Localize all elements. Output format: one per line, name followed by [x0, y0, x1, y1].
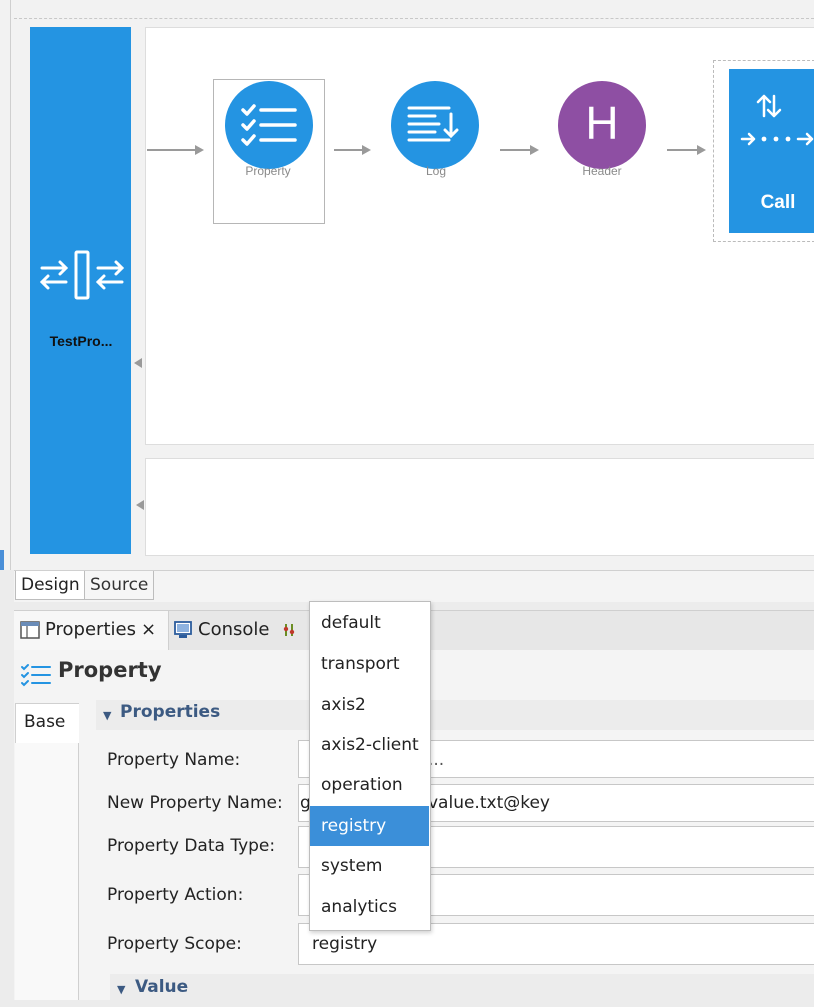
- flow-arrow-head: [362, 145, 371, 155]
- property-scope-label: Property Scope:: [107, 934, 242, 954]
- section-title: Properties: [120, 702, 221, 722]
- dropdown-option-transport[interactable]: transport: [310, 644, 429, 684]
- new-property-name-label: New Property Name:: [107, 793, 283, 813]
- call-label: Call: [760, 192, 796, 213]
- dropdown-option-axis2[interactable]: axis2: [310, 685, 429, 725]
- return-arrow-head: [134, 358, 142, 368]
- dropdown-option-registry[interactable]: registry: [310, 806, 429, 846]
- chevron-down-icon: ▼: [103, 709, 112, 722]
- servers-icon: [283, 624, 295, 636]
- flow-arrow-head: [195, 145, 204, 155]
- dropdown-option-analytics[interactable]: analytics: [310, 887, 429, 927]
- property-mediator-label: Property: [245, 164, 291, 178]
- tab-base-label: Base: [24, 712, 66, 732]
- proxy-icon: [39, 250, 125, 300]
- close-icon[interactable]: ×: [141, 616, 156, 644]
- return-arrow-head: [136, 500, 144, 510]
- flow-arrow: [500, 149, 530, 151]
- chevron-down-icon: ▼: [117, 983, 126, 996]
- flow-arrow: [147, 149, 195, 151]
- flow-arrow-head: [697, 145, 706, 155]
- value-section-header[interactable]: [110, 974, 814, 1000]
- console-icon: [174, 621, 192, 638]
- canvas-top-border: [14, 18, 814, 19]
- header-mediator-label: Header: [582, 164, 622, 178]
- flow-arrow-head: [530, 145, 539, 155]
- canvas-edge: [10, 0, 11, 570]
- tab-console[interactable]: Console: [198, 616, 269, 644]
- tab-source[interactable]: Source: [84, 571, 155, 600]
- property-name-label: Property Name:: [107, 750, 241, 770]
- panel-title: Property: [58, 658, 162, 682]
- properties-view-icon: [20, 621, 40, 639]
- log-mediator-label: Log: [425, 164, 447, 178]
- dropdown-option-operation[interactable]: operation: [310, 765, 429, 805]
- panel-side-column: [15, 743, 79, 1000]
- header-letter-icon: H: [585, 97, 619, 149]
- dropdown-option-system[interactable]: system: [310, 846, 429, 886]
- flow-arrow: [667, 149, 697, 151]
- side-marker: [0, 550, 4, 570]
- out-sequence-lane[interactable]: [145, 458, 814, 556]
- value-section-title: Value: [135, 977, 189, 997]
- tab-design[interactable]: Design: [15, 571, 86, 600]
- call-icon: [740, 94, 814, 146]
- log-icon: [407, 106, 459, 142]
- dropdown-option-default[interactable]: default: [310, 603, 429, 643]
- property-data-type-label: Property Data Type:: [107, 836, 276, 856]
- property-action-label: Property Action:: [107, 885, 244, 905]
- property-list-icon: [241, 104, 297, 146]
- tab-properties[interactable]: Properties: [45, 616, 136, 644]
- property-scope-value: registry: [312, 934, 378, 954]
- new-property-name-value: value.txt@key: [428, 793, 550, 813]
- dropdown-option-axis2-client[interactable]: axis2-client: [310, 725, 429, 765]
- proxy-label: TestPro...: [49, 333, 113, 349]
- property-list-icon: [21, 664, 51, 687]
- flow-arrow: [334, 149, 362, 151]
